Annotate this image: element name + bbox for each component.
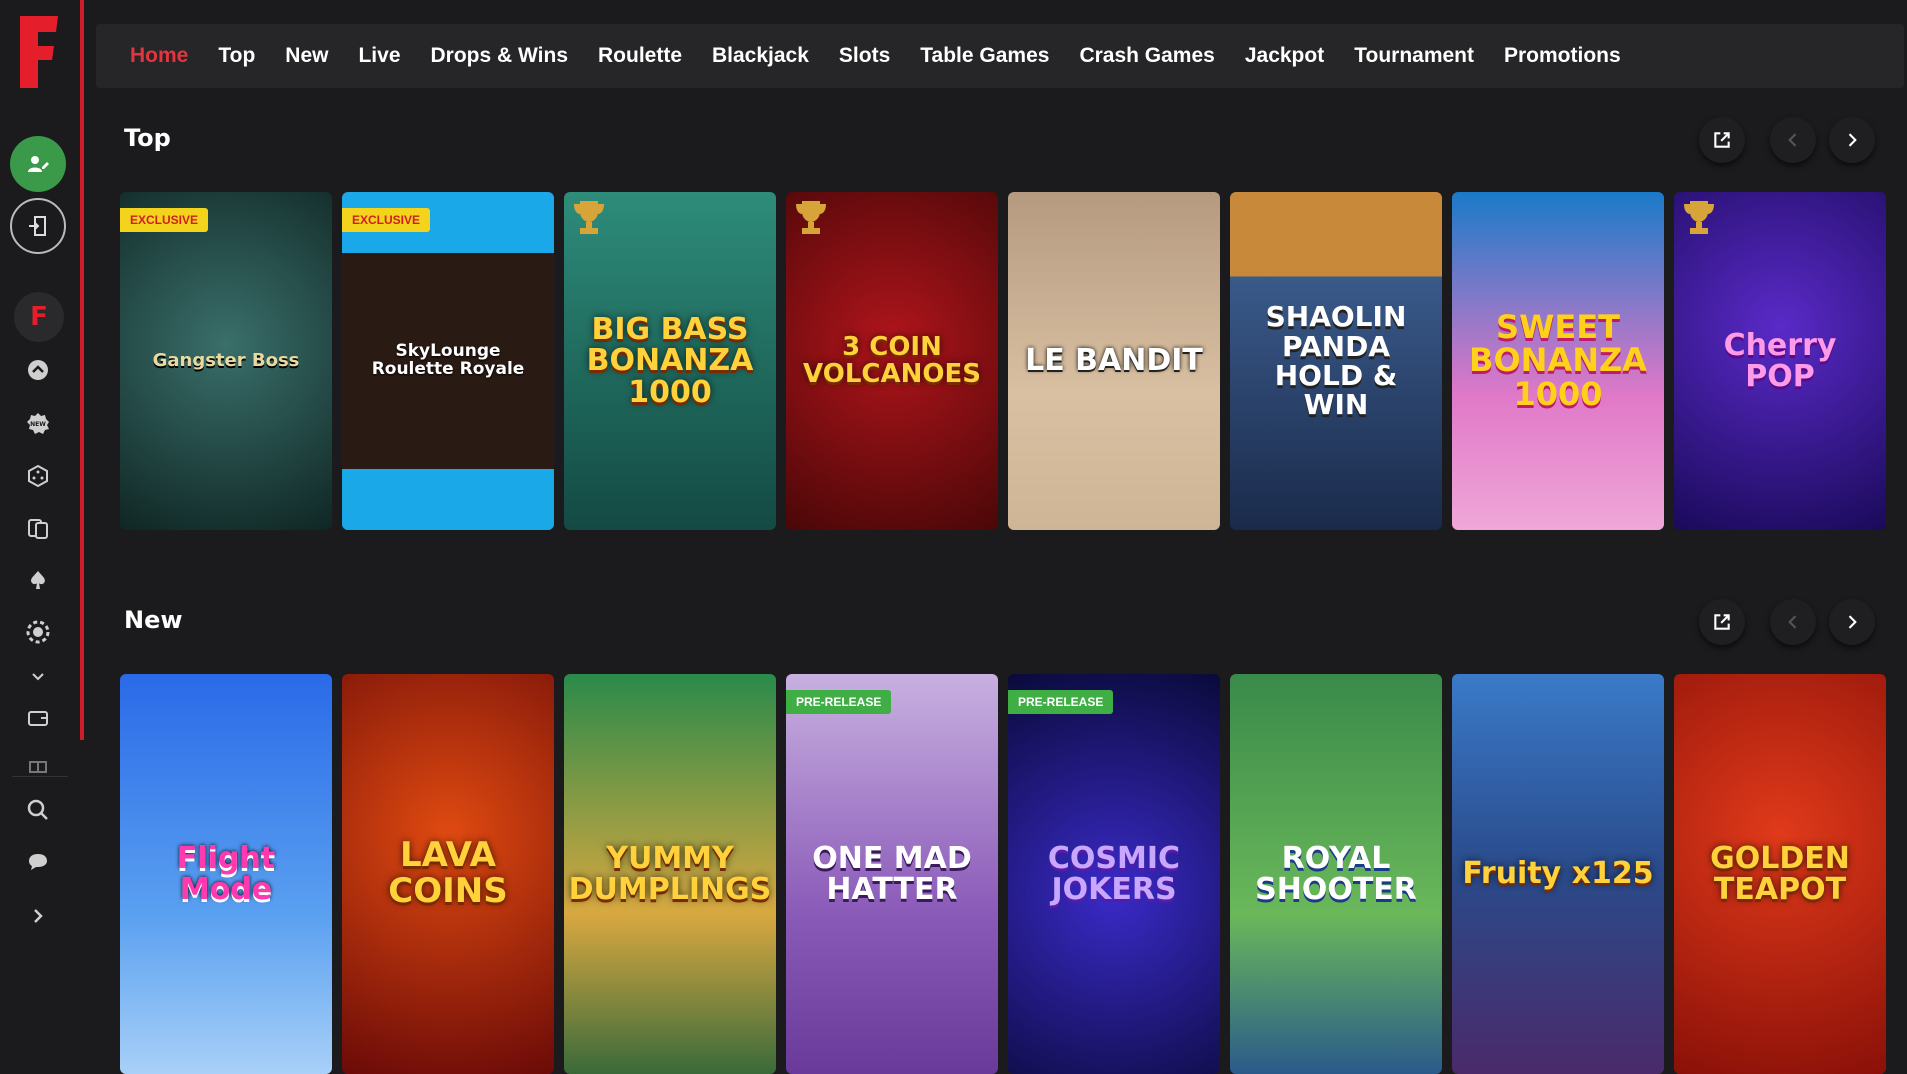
trophy-icon: [796, 201, 826, 234]
external-link-icon: [1714, 614, 1730, 630]
sidebar-dice-icon[interactable]: [22, 460, 54, 492]
game-title: SWEET BONANZA 1000: [1469, 307, 1647, 413]
game-title: Fruity x125: [1462, 856, 1654, 892]
game-tile[interactable]: Fruity x125: [1452, 674, 1664, 1074]
game-tile[interactable]: SHAOLIN PANDA HOLD & WIN: [1230, 192, 1442, 530]
login-button[interactable]: [10, 198, 66, 254]
game-tile[interactable]: EXCLUSIVE Gangster Boss: [120, 192, 332, 530]
chevron-right-icon: [1848, 133, 1857, 147]
nav-live[interactable]: Live: [358, 44, 400, 68]
sidebar-expand-chevron-icon[interactable]: [22, 660, 54, 692]
home-logo-button[interactable]: F: [14, 292, 64, 342]
login-door-icon: [29, 216, 46, 236]
game-title: 3 COIN VOLCANOES: [803, 331, 981, 389]
game-title: Gangster Boss: [152, 349, 300, 371]
user-edit-icon: [28, 156, 49, 172]
nav-jackpot[interactable]: Jackpot: [1245, 44, 1324, 68]
nav-roulette[interactable]: Roulette: [598, 44, 682, 68]
sidebar-top-icon[interactable]: [22, 354, 54, 386]
nav-promotions[interactable]: Promotions: [1504, 44, 1621, 68]
game-tile[interactable]: Flight Mode: [120, 674, 332, 1074]
game-tile[interactable]: 3 COIN VOLCANOES: [786, 192, 998, 530]
sidebar: F NEW: [0, 0, 84, 941]
game-title: YUMMY DUMPLINGS: [568, 840, 772, 907]
nav-new[interactable]: New: [285, 44, 328, 68]
new-open-all-button[interactable]: [1699, 599, 1745, 645]
exclusive-badge: EXCLUSIVE: [342, 208, 431, 232]
sidebar-chip-icon[interactable]: [22, 616, 54, 648]
register-button[interactable]: [10, 136, 66, 192]
brand-logo[interactable]: [16, 12, 62, 92]
game-title: GOLDEN TEAPOT: [1710, 840, 1850, 907]
game-title: SHAOLIN PANDA HOLD & WIN: [1265, 300, 1407, 422]
sidebar-spade-icon[interactable]: [22, 564, 54, 596]
search-icon[interactable]: [22, 794, 54, 826]
trophy-icon: [574, 201, 604, 234]
chat-icon[interactable]: [22, 846, 54, 878]
nav-slots[interactable]: Slots: [839, 44, 890, 68]
trophy-icon: [1684, 201, 1714, 234]
game-tile[interactable]: EXCLUSIVE SkyLounge Roulette Royale: [342, 192, 554, 530]
game-title: LE BANDIT: [1025, 343, 1203, 379]
section-title-top: Top: [124, 124, 171, 152]
game-tile[interactable]: LE BANDIT: [1008, 192, 1220, 530]
game-title: LAVA COINS: [388, 835, 508, 911]
game-title: BIG BASS BONANZA 1000: [586, 311, 754, 410]
category-nav: Home Top New Live Drops & Wins Roulette …: [96, 24, 1904, 88]
sidebar-divider: [12, 776, 68, 777]
game-tile[interactable]: YUMMY DUMPLINGS: [564, 674, 776, 1074]
game-tile[interactable]: BIG BASS BONANZA 1000: [564, 192, 776, 530]
sidebar-cards-icon[interactable]: [22, 512, 54, 544]
chevron-left-icon: [1788, 133, 1797, 147]
nav-blackjack[interactable]: Blackjack: [712, 44, 809, 68]
nav-top[interactable]: Top: [218, 44, 255, 68]
svg-text:NEW: NEW: [30, 421, 46, 428]
top-prev-button[interactable]: [1770, 117, 1816, 163]
game-title: Cherry POP: [1723, 327, 1837, 394]
nav-drops-wins[interactable]: Drops & Wins: [431, 44, 568, 68]
game-tile[interactable]: ROYAL SHOOTER: [1230, 674, 1442, 1074]
top-open-all-button[interactable]: [1699, 117, 1745, 163]
nav-crash-games[interactable]: Crash Games: [1079, 44, 1214, 68]
pre-release-badge: PRE-RELEASE: [786, 690, 892, 714]
external-link-icon: [1714, 132, 1730, 148]
pre-release-badge: PRE-RELEASE: [1008, 690, 1114, 714]
game-title: ONE MAD HATTER: [812, 840, 972, 907]
chevron-left-icon: [1788, 615, 1797, 629]
section-title-new: New: [124, 606, 183, 634]
sidebar-wallet-icon[interactable]: [22, 702, 54, 734]
game-tile[interactable]: Cherry POP: [1674, 192, 1886, 530]
top-next-button[interactable]: [1829, 117, 1875, 163]
new-games-row: Flight Mode LAVA COINS YUMMY DUMPLINGS P…: [120, 674, 1886, 1074]
sidebar-scroll-indicator[interactable]: [80, 0, 84, 740]
game-title: COSMIC JOKERS: [1047, 840, 1181, 907]
game-tile[interactable]: PRE-RELEASE ONE MAD HATTER: [786, 674, 998, 1074]
new-prev-button[interactable]: [1770, 599, 1816, 645]
chevron-right-icon: [1848, 615, 1857, 629]
nav-home[interactable]: Home: [130, 44, 188, 68]
game-tile[interactable]: SWEET BONANZA 1000: [1452, 192, 1664, 530]
nav-tournament[interactable]: Tournament: [1354, 44, 1474, 68]
game-tile[interactable]: LAVA COINS: [342, 674, 554, 1074]
sidebar-new-icon[interactable]: NEW: [22, 408, 54, 440]
game-tile[interactable]: GOLDEN TEAPOT: [1674, 674, 1886, 1074]
game-title: ROYAL SHOOTER: [1255, 840, 1417, 907]
top-games-row: EXCLUSIVE Gangster Boss EXCLUSIVE SkyLou…: [120, 192, 1886, 530]
game-title: SkyLounge Roulette Royale: [371, 341, 525, 379]
brand-logo-icon: [20, 16, 58, 88]
exclusive-badge: EXCLUSIVE: [120, 208, 209, 232]
new-next-button[interactable]: [1829, 599, 1875, 645]
nav-table-games[interactable]: Table Games: [920, 44, 1049, 68]
sidebar-collapse-chevron-icon[interactable]: [22, 900, 54, 932]
game-title: Flight Mode: [176, 840, 276, 907]
game-tile[interactable]: PRE-RELEASE COSMIC JOKERS: [1008, 674, 1220, 1074]
